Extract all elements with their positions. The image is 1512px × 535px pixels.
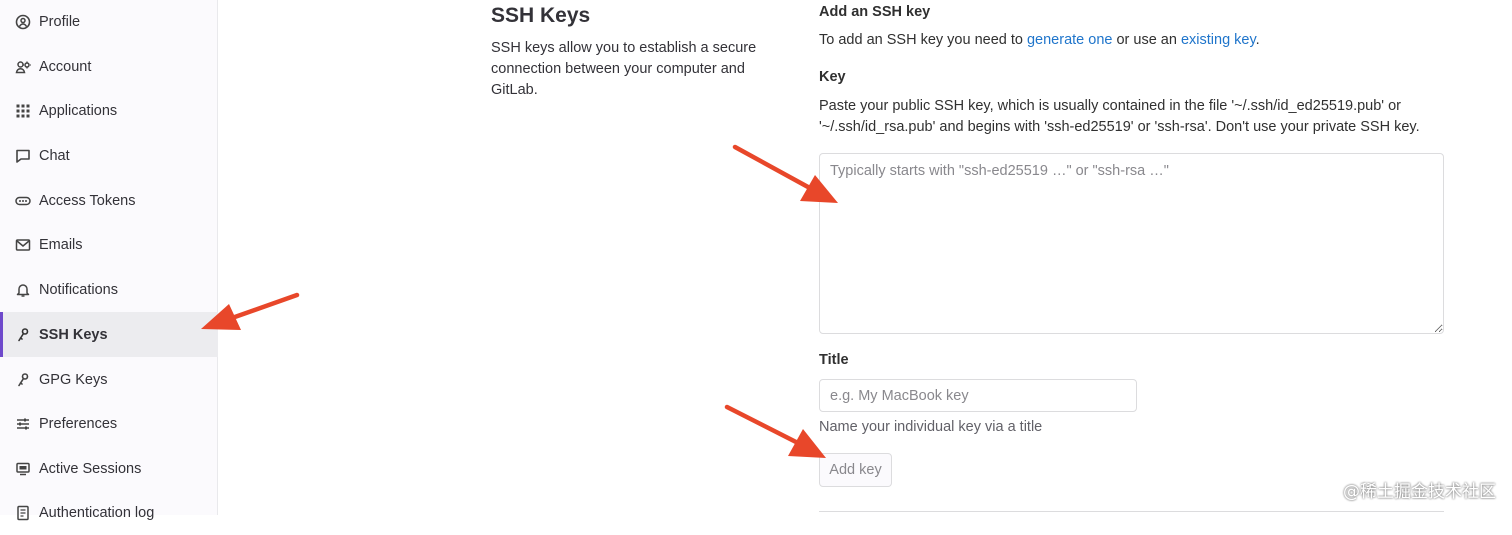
- sidebar-item-preferences[interactable]: Preferences: [0, 401, 218, 446]
- bell-icon: [15, 282, 31, 298]
- watermark: @稀土掘金技术社区: [1343, 482, 1496, 502]
- account-icon: [15, 59, 31, 75]
- sidebar-item-access-tokens[interactable]: Access Tokens: [0, 178, 218, 223]
- arrow-to-add-key-button: [724, 404, 826, 458]
- sidebar-item-notifications[interactable]: Notifications: [0, 267, 218, 312]
- monitor-icon: [15, 461, 31, 477]
- form-heading: Add an SSH key: [819, 4, 931, 20]
- sidebar-item-label: SSH Keys: [39, 326, 108, 343]
- sidebar-item-label: Active Sessions: [39, 460, 142, 477]
- add-key-button[interactable]: Add key: [819, 453, 892, 487]
- sidebar-item-gpg-keys[interactable]: GPG Keys: [0, 357, 218, 402]
- profile-icon: [15, 14, 31, 30]
- intro-text: To add an SSH key you need to: [819, 32, 1027, 48]
- sidebar-item-label: Chat: [39, 147, 70, 164]
- key-textarea[interactable]: [819, 153, 1444, 334]
- title-input[interactable]: [819, 379, 1137, 412]
- sidebar-item-label: Notifications: [39, 281, 118, 298]
- sidebar-item-applications[interactable]: Applications: [0, 88, 218, 133]
- log-icon: [15, 505, 31, 521]
- sidebar-item-label: Applications: [39, 102, 118, 119]
- sidebar-item-profile[interactable]: Profile: [0, 0, 218, 44]
- sidebar-item-label: Preferences: [39, 415, 118, 432]
- settings-sidebar: Profile Account Applications Chat Access…: [0, 0, 218, 521]
- sidebar-item-label: Access Tokens: [39, 192, 136, 209]
- key-icon: [15, 372, 31, 388]
- intro-text: or use an: [1112, 32, 1181, 48]
- form-intro: To add an SSH key you need to generate o…: [819, 32, 1260, 48]
- title-label: Title: [819, 352, 849, 368]
- existing-key-link[interactable]: existing key: [1181, 32, 1256, 48]
- sidebar-item-label: Authentication log: [39, 504, 155, 521]
- applications-icon: [15, 103, 31, 119]
- sidebar-item-active-sessions[interactable]: Active Sessions: [0, 446, 218, 491]
- sidebar-item-label: Emails: [39, 236, 83, 253]
- sidebar-item-label: Account: [39, 58, 92, 75]
- generate-one-link[interactable]: generate one: [1027, 32, 1112, 48]
- divider: [819, 511, 1444, 512]
- sidebar-item-label: Profile: [39, 13, 81, 30]
- key-label: Key: [819, 69, 846, 85]
- page-title: SSH Keys: [491, 4, 591, 27]
- mail-icon: [15, 237, 31, 253]
- chat-icon: [15, 148, 31, 164]
- sidebar-item-ssh-keys[interactable]: SSH Keys: [0, 312, 218, 357]
- preferences-icon: [15, 416, 31, 432]
- sidebar-item-account[interactable]: Account: [0, 44, 218, 89]
- intro-text: .: [1255, 32, 1260, 48]
- token-icon: [15, 193, 31, 209]
- key-icon: [15, 327, 31, 343]
- sidebar-item-chat[interactable]: Chat: [0, 133, 218, 178]
- key-help-text: Paste your public SSH key, which is usua…: [819, 98, 1420, 135]
- sidebar-item-label: GPG Keys: [39, 371, 108, 388]
- section-description: SSH keys allow you to establish a secure…: [491, 40, 757, 98]
- sidebar-item-emails[interactable]: Emails: [0, 222, 218, 267]
- sidebar-item-authentication-log[interactable]: Authentication log: [0, 490, 218, 535]
- title-help-text: Name your individual key via a title: [819, 419, 1043, 435]
